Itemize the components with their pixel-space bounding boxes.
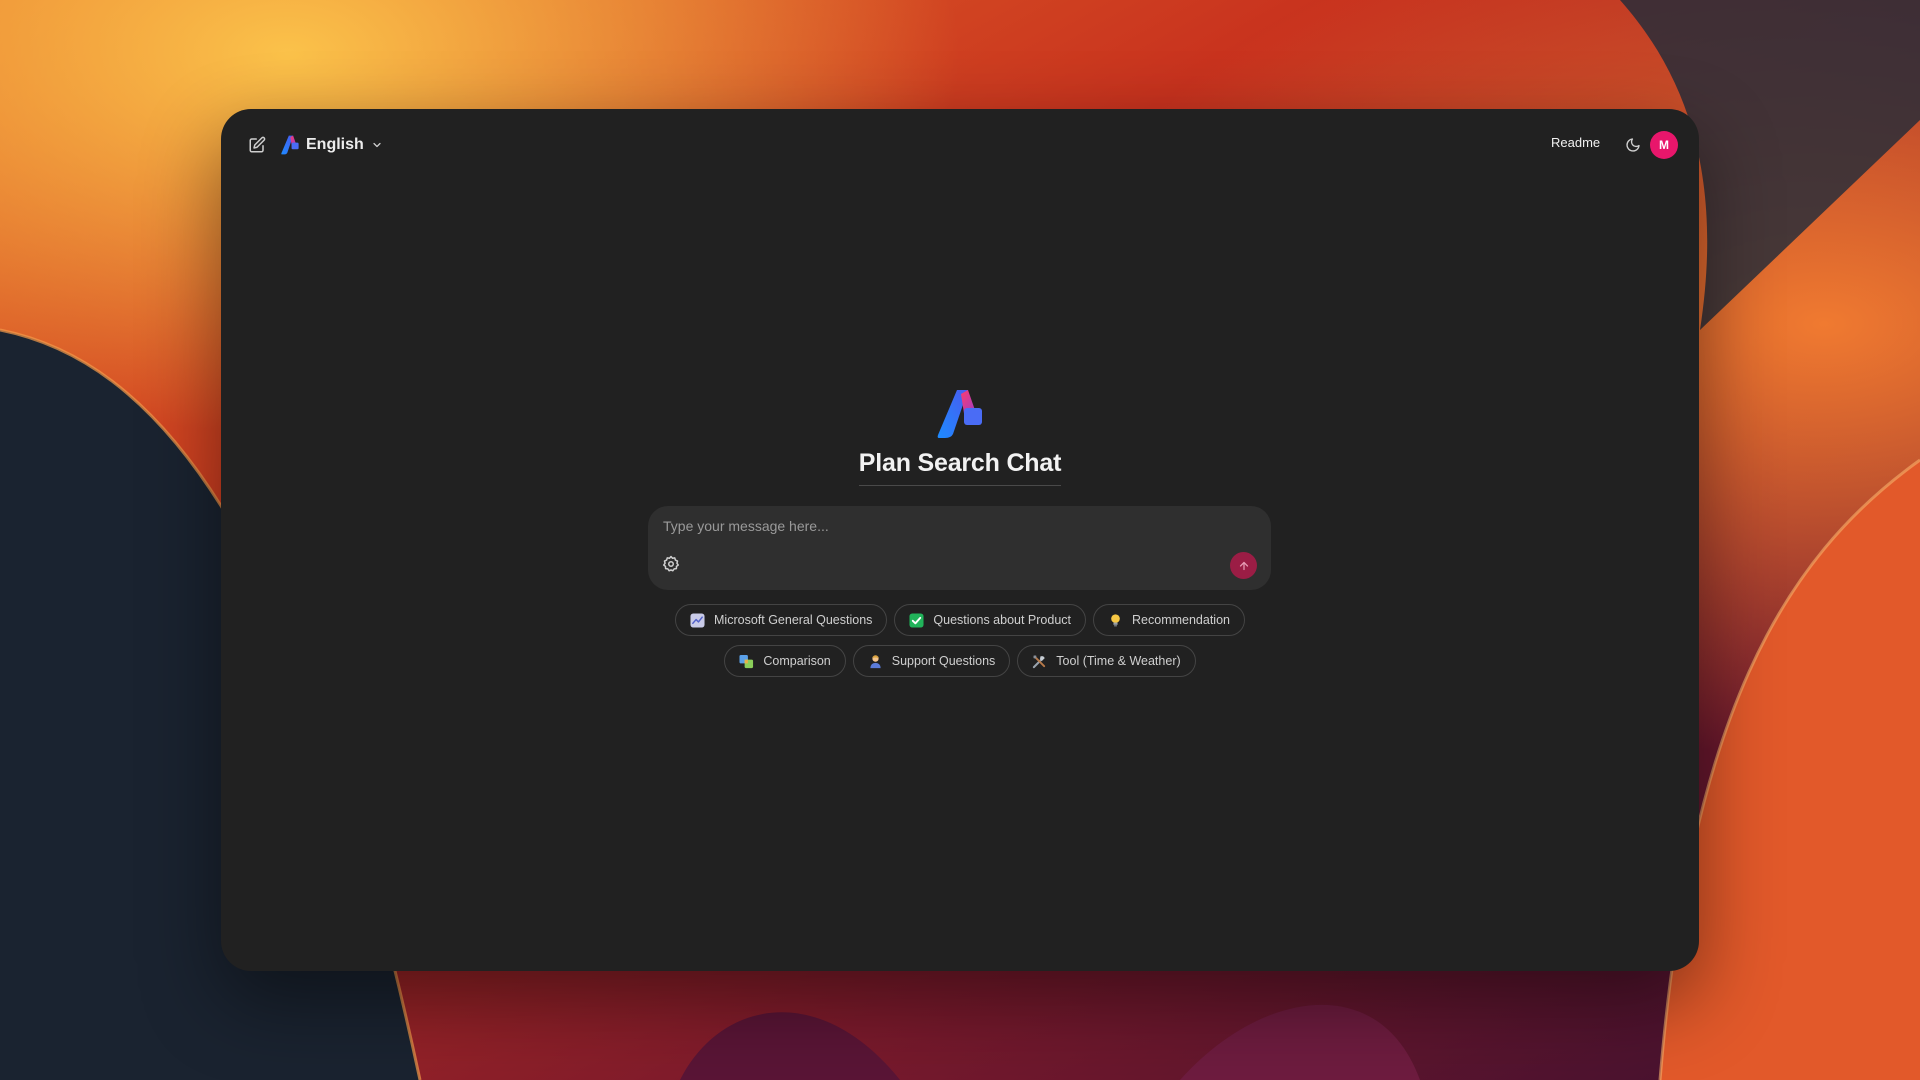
compare-icon (739, 654, 754, 669)
message-input[interactable] (661, 514, 1225, 538)
page-title: Plan Search Chat (858, 449, 1062, 477)
message-composer (648, 506, 1271, 590)
edit-icon (249, 136, 266, 153)
readme-link[interactable]: Readme (1551, 135, 1600, 150)
suggestion-label: Comparison (763, 654, 831, 668)
arrow-up-icon (1239, 561, 1248, 570)
app-window: English Readme M Plan Search Chat Type y… (221, 109, 1699, 971)
language-label: English (306, 136, 364, 153)
app-logo-icon (281, 135, 299, 155)
suggestion-chip-recommendation[interactable]: Recommendation (1093, 604, 1245, 636)
send-button[interactable] (1230, 552, 1257, 579)
suggestion-label: Recommendation (1132, 613, 1230, 627)
suggestion-label: Questions about Product (933, 613, 1072, 627)
light-bulb-icon (1108, 613, 1123, 628)
suggestion-chip-tool-time-weather[interactable]: Tool (Time & Weather) (1017, 645, 1196, 677)
suggestion-label: Microsoft General Questions (714, 613, 873, 627)
chart-icon (690, 612, 705, 628)
suggestion-row: Microsoft General Questions Questions ab… (221, 604, 1699, 636)
gear-icon (662, 555, 680, 572)
chevron-down-icon (373, 142, 381, 148)
check-mark-icon (909, 612, 924, 628)
suggestion-chip-microsoft-general-questions[interactable]: Microsoft General Questions (675, 604, 888, 636)
suggestion-label: Tool (Time & Weather) (1056, 654, 1181, 668)
language-selector[interactable]: English (281, 132, 383, 158)
tools-icon (1032, 654, 1047, 669)
suggestion-chip-support-questions[interactable]: Support Questions (852, 645, 1011, 677)
suggestion-chip-comparison[interactable]: Comparison (724, 645, 846, 677)
suggestion-chip-questions-about-product[interactable]: Questions about Product (894, 604, 1087, 636)
suggestion-label: Support Questions (891, 654, 996, 668)
title-underline (859, 485, 1061, 486)
settings-button[interactable] (661, 554, 681, 574)
theme-toggle-button[interactable] (1621, 133, 1645, 157)
suggestion-row: Comparison Support Questions Tool (Time … (221, 645, 1699, 677)
support-person-icon (868, 654, 883, 669)
moon-icon (1626, 138, 1640, 152)
top-bar: English Readme M (221, 109, 1699, 181)
new-chat-button[interactable] (245, 133, 269, 157)
user-avatar[interactable]: M (1650, 131, 1678, 159)
app-logo-icon (937, 390, 982, 438)
